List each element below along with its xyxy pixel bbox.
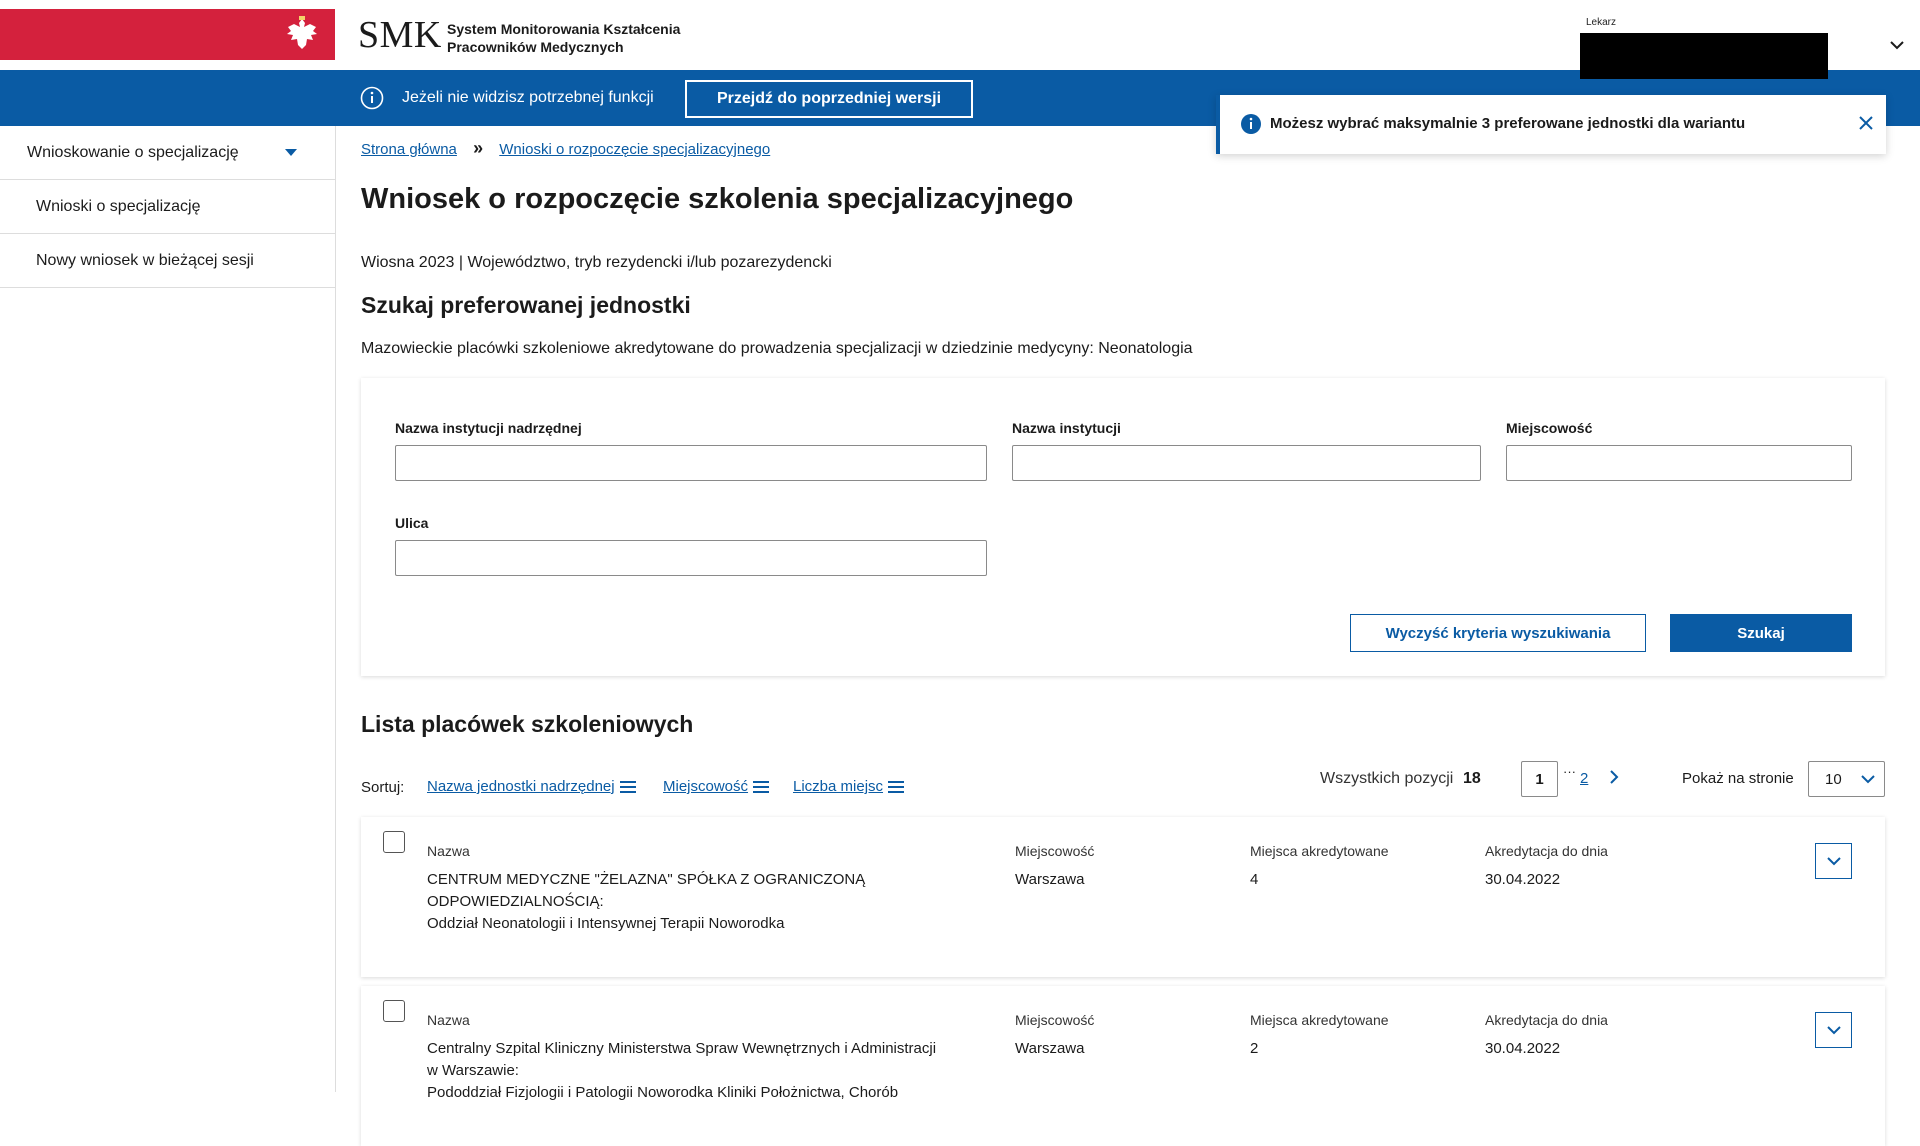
places-column-label: Miejsca akredytowane — [1250, 843, 1389, 859]
parent-institution-input[interactable] — [395, 445, 987, 481]
chevron-down-icon[interactable] — [1888, 36, 1906, 54]
parent-institution-label: Nazwa instytucji nadrzędnej — [395, 420, 582, 436]
chevron-down-icon — [1826, 857, 1841, 866]
per-page-value: 10 — [1825, 770, 1842, 788]
unit-city: Warszawa — [1015, 1040, 1085, 1057]
unit-city: Warszawa — [1015, 871, 1085, 888]
breadcrumb-current-link[interactable]: Wnioski o rozpoczęcie specjalizacyjnego — [499, 141, 770, 158]
list-item: Nazwa CENTRUM MEDYCZNE "ŻELAZNA" SPÓŁKA … — [361, 817, 1885, 977]
sort-by-parent-label: Nazwa jednostki nadrzędnej — [427, 778, 615, 795]
search-button[interactable]: Szukaj — [1670, 614, 1852, 652]
breadcrumb-separator: » — [473, 138, 484, 158]
institution-label: Nazwa instytucji — [1012, 420, 1121, 436]
street-label: Ulica — [395, 515, 429, 531]
city-column-label: Miejscowość — [1015, 1012, 1095, 1028]
system-subtitle-line2: Pracowników Medycznych — [447, 39, 624, 55]
accreditation-column-label: Akredytacja do dnia — [1485, 843, 1608, 859]
unit-accreditation: 30.04.2022 — [1485, 871, 1561, 888]
city-column-label: Miejscowość — [1015, 843, 1095, 859]
city-label: Miejscowość — [1506, 420, 1593, 436]
list-heading: Lista placówek szkoleniowych — [361, 711, 694, 737]
expand-button[interactable] — [1815, 843, 1852, 879]
per-page-select[interactable]: 10 — [1808, 761, 1885, 797]
name-column-label: Nazwa — [427, 843, 470, 859]
accreditation-column-label: Akredytacja do dnia — [1485, 1012, 1608, 1028]
search-panel: Nazwa instytucji nadrzędnej Nazwa instyt… — [361, 378, 1885, 676]
unit-places: 2 — [1250, 1040, 1259, 1057]
pagination-ellipsis: ··· — [1563, 764, 1576, 779]
sort-label: Sortuj: — [361, 779, 405, 796]
sort-by-places-link[interactable]: Liczba miejsc — [793, 778, 905, 795]
institution-input[interactable] — [1012, 445, 1481, 481]
sidebar-item-new-application[interactable]: Nowy wniosek w bieżącej sesji — [0, 234, 335, 288]
sort-lines-icon — [753, 780, 770, 793]
search-description: Mazowieckie placówki szkoleniowe akredyt… — [361, 340, 1193, 357]
sort-lines-icon — [888, 780, 905, 793]
total-items-label: Wszystkich pozycji — [1320, 770, 1454, 787]
unit-name-line2: w Warszawie: — [427, 1062, 519, 1079]
clear-criteria-button[interactable]: Wyczyść kryteria wyszukiwania — [1350, 614, 1646, 652]
unit-name: CENTRUM MEDYCZNE "ŻELAZNA" SPÓŁKA Z OGRA… — [427, 869, 865, 935]
sort-lines-icon — [619, 780, 636, 793]
search-heading: Szukaj preferowanej jednostki — [361, 292, 691, 318]
system-subtitle-line1: System Monitorowania Kształcenia — [447, 21, 681, 37]
notification-toast: Możesz wybrać maksymalnie 3 preferowane … — [1216, 95, 1886, 154]
unit-name-line3: Oddział Neonatologii i Intensywnej Terap… — [427, 915, 785, 932]
sidebar-item-label: Wnioskowanie o specjalizację — [27, 143, 239, 161]
city-input[interactable] — [1506, 445, 1852, 481]
sort-by-parent-link[interactable]: Nazwa jednostki nadrzędnej — [427, 778, 636, 795]
sidebar-item-label: Wnioski o specjalizację — [36, 197, 201, 215]
unit-name-line2: ODPOWIEDZIALNOŚCIĄ: — [427, 893, 604, 910]
smk-logo[interactable]: SMK — [358, 16, 442, 54]
chevron-right-icon[interactable] — [1605, 768, 1623, 786]
page-2-link[interactable]: 2 — [1580, 770, 1588, 787]
unit-name: Centralny Szpital Kliniczny Ministerstwa… — [427, 1038, 936, 1104]
places-column-label: Miejsca akredytowane — [1250, 1012, 1389, 1028]
caret-down-icon — [285, 149, 297, 156]
breadcrumb: Strona główna » Wnioski o rozpoczęcie sp… — [361, 138, 770, 159]
expand-button[interactable] — [1815, 1012, 1852, 1048]
sort-by-city-link[interactable]: Miejscowość — [663, 778, 770, 795]
sort-by-city-label: Miejscowość — [663, 778, 749, 795]
unit-places: 4 — [1250, 871, 1259, 888]
breadcrumb-home-link[interactable]: Strona główna — [361, 141, 457, 158]
chevron-down-icon — [1861, 775, 1875, 784]
unit-name-line1: CENTRUM MEDYCZNE "ŻELAZNA" SPÓŁKA Z OGRA… — [427, 871, 866, 888]
select-checkbox[interactable] — [383, 831, 405, 853]
sidebar-item-applications[interactable]: Wnioski o specjalizację — [0, 180, 335, 234]
system-subtitle: System Monitorowania Kształcenia Pracown… — [447, 20, 680, 56]
unit-name-line3: Pododdział Fizjologii i Patologii Noworo… — [427, 1084, 899, 1101]
close-icon — [1859, 116, 1873, 130]
user-name-redacted — [1580, 33, 1828, 79]
info-filled-icon — [1241, 114, 1261, 134]
sidebar-item-specialization-requests[interactable]: Wnioskowanie o specjalizację — [0, 126, 335, 180]
info-bar-message: Jeżeli nie widzisz potrzebnej funkcji — [402, 89, 654, 106]
name-column-label: Nazwa — [427, 1012, 470, 1028]
street-input[interactable] — [395, 540, 987, 576]
info-icon — [360, 86, 384, 110]
previous-version-button[interactable]: Przejdź do poprzedniej wersji — [685, 80, 973, 118]
toast-message: Możesz wybrać maksymalnie 3 preferowane … — [1270, 115, 1746, 132]
list-item: Nazwa Centralny Szpital Kliniczny Minist… — [361, 986, 1885, 1146]
polish-eagle-icon — [287, 16, 317, 49]
chevron-down-icon — [1826, 1026, 1841, 1035]
page-title: Wniosek o rozpoczęcie szkolenia specjali… — [361, 183, 1074, 215]
unit-accreditation: 30.04.2022 — [1485, 1040, 1561, 1057]
top-header: SMK System Monitorowania Kształcenia Pra… — [0, 0, 1920, 79]
select-checkbox[interactable] — [383, 1000, 405, 1022]
close-toast-button[interactable] — [1854, 111, 1878, 135]
sidebar: Wnioskowanie o specjalizację Wnioski o s… — [0, 126, 336, 1092]
user-role: Lekarz — [1586, 17, 1617, 28]
session-info: Wiosna 2023 | Województwo, tryb rezydenc… — [361, 254, 832, 271]
sort-by-places-label: Liczba miejsc — [793, 778, 884, 795]
unit-name-line1: Centralny Szpital Kliniczny Ministerstwa… — [427, 1040, 937, 1057]
total-items-count: 18 — [1463, 770, 1481, 787]
sidebar-item-label: Nowy wniosek w bieżącej sesji — [36, 251, 254, 269]
per-page-label: Pokaż na stronie — [1682, 770, 1794, 787]
current-page-input[interactable]: 1 — [1521, 761, 1558, 797]
